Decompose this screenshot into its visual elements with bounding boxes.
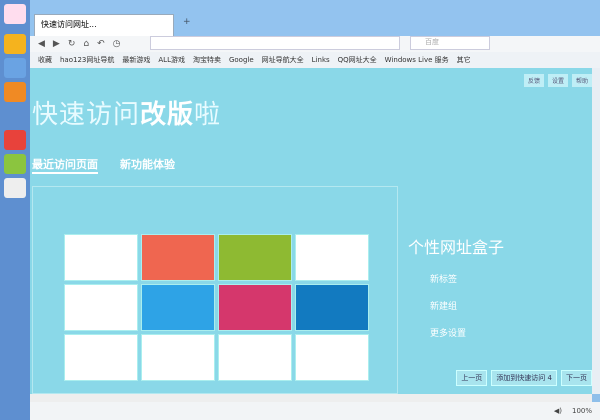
bookmark[interactable]: Google <box>229 56 254 64</box>
box-title: 个性网址盒子 <box>408 238 505 257</box>
box-link[interactable]: 更多设置 <box>430 326 504 339</box>
home-icon[interactable]: ⌂ <box>83 39 89 49</box>
tile-grid <box>64 234 369 381</box>
vertical-scrollbar[interactable] <box>592 68 600 394</box>
site-tile[interactable] <box>141 284 215 331</box>
favorites-icon[interactable] <box>4 34 26 54</box>
site-tile[interactable] <box>295 234 369 281</box>
browser-tab[interactable]: 快速访问网址... <box>34 14 174 36</box>
box-link[interactable]: 新建组 <box>430 299 504 312</box>
weibo-icon[interactable] <box>4 130 26 150</box>
bookmark[interactable]: Links <box>312 56 330 64</box>
search-input[interactable]: 百度 <box>410 36 490 50</box>
site-tile[interactable] <box>218 284 292 331</box>
bookmark[interactable]: Windows Live 服务 <box>385 55 449 65</box>
site-tile[interactable] <box>295 284 369 331</box>
site-tile[interactable] <box>141 334 215 381</box>
bookmark[interactable]: 收藏 <box>38 55 52 65</box>
horizontal-scrollbar[interactable] <box>30 394 592 402</box>
forward-icon[interactable]: ▶ <box>53 39 60 49</box>
site-tile[interactable] <box>218 234 292 281</box>
rss-icon[interactable] <box>4 82 26 102</box>
title-part: 快速访问 <box>32 100 141 130</box>
bookmark[interactable]: hao123网址导航 <box>60 55 114 65</box>
speaker-icon[interactable]: ◀) <box>554 407 562 415</box>
tab-new-features[interactable]: 新功能体验 <box>120 156 175 174</box>
undo-icon[interactable]: ↶ <box>97 39 105 49</box>
game-icon[interactable] <box>4 106 26 126</box>
status-bar: ◀) 100% <box>30 402 600 420</box>
site-tile[interactable] <box>141 234 215 281</box>
site-tile[interactable] <box>64 334 138 381</box>
refresh-icon[interactable]: ↻ <box>68 39 76 49</box>
add-button[interactable]: 添加到快速访问 4 <box>491 370 557 386</box>
history-icon[interactable]: ◷ <box>113 39 121 49</box>
help-button[interactable]: 帮助 <box>571 74 592 87</box>
title-bold: 改版 <box>140 100 195 130</box>
bookmark[interactable]: 淘宝特卖 <box>193 55 221 65</box>
smiley-icon[interactable] <box>4 4 26 24</box>
site-tile[interactable] <box>218 334 292 381</box>
feedback-button[interactable]: 反馈 <box>523 74 544 87</box>
zoom-level[interactable]: 100% <box>572 407 592 415</box>
back-icon[interactable]: ◀ <box>38 39 45 49</box>
settings-button[interactable]: 设置 <box>547 74 568 87</box>
tab-title: 快速访问网址... <box>41 20 97 29</box>
bookmark[interactable]: 其它 <box>457 55 471 65</box>
site-tile[interactable] <box>64 234 138 281</box>
download-icon[interactable] <box>4 58 26 78</box>
site-tile[interactable] <box>295 334 369 381</box>
shop-icon[interactable] <box>4 154 26 174</box>
site-tile[interactable] <box>64 284 138 331</box>
address-input[interactable] <box>150 36 400 50</box>
page-title: 快速访问改版啦 <box>32 94 221 131</box>
next-page-button[interactable]: 下一页 <box>561 370 592 386</box>
bookmark[interactable]: QQ网址大全 <box>338 55 377 65</box>
bookmarks-bar: 收藏 hao123网址导航 最新游戏 ALL游戏 淘宝特卖 Google 网址导航大全 Lin… <box>30 52 600 68</box>
notes-icon[interactable] <box>4 178 26 198</box>
bookmark[interactable]: ALL游戏 <box>158 55 185 65</box>
sidebar <box>0 0 30 420</box>
tab-recent[interactable]: 最近访问页面 <box>32 156 98 174</box>
new-tab-icon[interactable]: + <box>183 17 191 27</box>
title-tail: 啦 <box>194 100 222 130</box>
url-box: 个性网址盒子 新标签 新建组 更多设置 <box>408 234 504 339</box>
bookmark[interactable]: 最新游戏 <box>122 55 150 65</box>
prev-page-button[interactable]: 上一页 <box>456 370 488 386</box>
bookmark[interactable]: 网址导航大全 <box>262 55 304 65</box>
box-link[interactable]: 新标签 <box>430 272 504 285</box>
search-placeholder: 百度 <box>425 38 439 46</box>
